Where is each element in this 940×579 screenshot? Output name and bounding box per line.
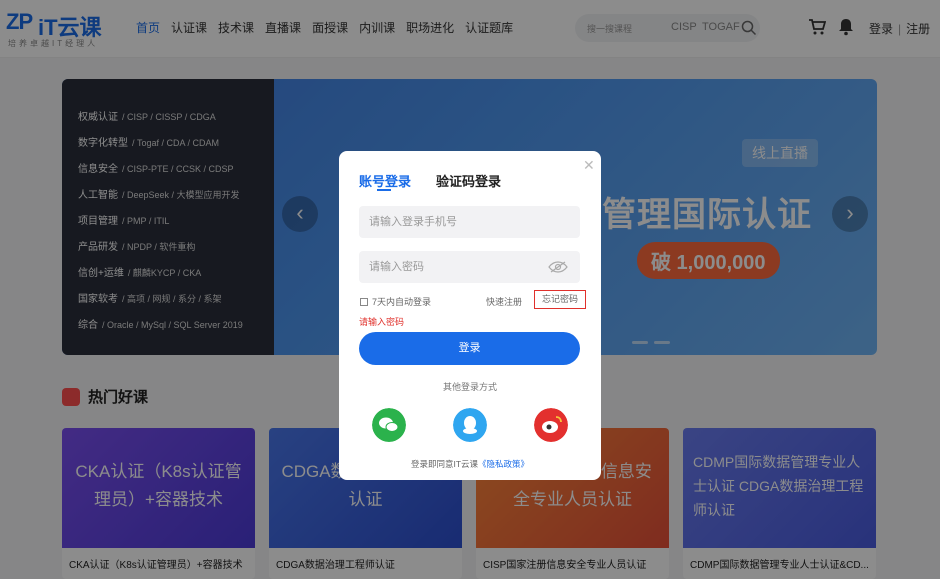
eye-hidden-icon[interactable]	[548, 260, 568, 274]
close-icon[interactable]: ✕	[583, 157, 595, 174]
login-button[interactable]: 登录	[359, 332, 580, 365]
phone-input[interactable]	[359, 206, 580, 238]
remember-checkbox[interactable]	[360, 297, 368, 306]
tab-active-indicator	[377, 189, 391, 191]
qq-login-icon[interactable]	[453, 408, 487, 442]
quick-register-link[interactable]: 快速注册	[486, 295, 522, 308]
forgot-password-link[interactable]: 忘记密码	[534, 290, 586, 309]
weibo-login-icon[interactable]	[534, 408, 568, 442]
page: ZP iT云课 培养卓越IT经理人 首页 认证课 技术课 直播课 面授课 内训课…	[0, 0, 940, 579]
remember-label: 7天内自动登录	[372, 297, 432, 307]
tab-account-login[interactable]: 账号登录	[359, 171, 411, 190]
password-error: 请输入密码	[359, 317, 405, 327]
other-login-label: 其他登录方式	[442, 382, 497, 392]
login-modal: ✕ 账号登录 验证码登录 7天内自动登录 快速注册 忘记密码 请输入密码 登录 …	[339, 151, 601, 480]
wechat-login-icon[interactable]	[372, 408, 406, 442]
remember-me-toggle[interactable]: 7天内自动登录	[360, 295, 431, 308]
privacy-policy-link[interactable]: 《隐私政策》	[478, 459, 529, 469]
privacy-notice: 登录即同意IT云课《隐私政策》	[339, 458, 601, 470]
password-input[interactable]	[359, 251, 580, 283]
tab-code-login[interactable]: 验证码登录	[436, 171, 501, 190]
policy-prefix: 登录即同意IT云课	[410, 459, 479, 469]
